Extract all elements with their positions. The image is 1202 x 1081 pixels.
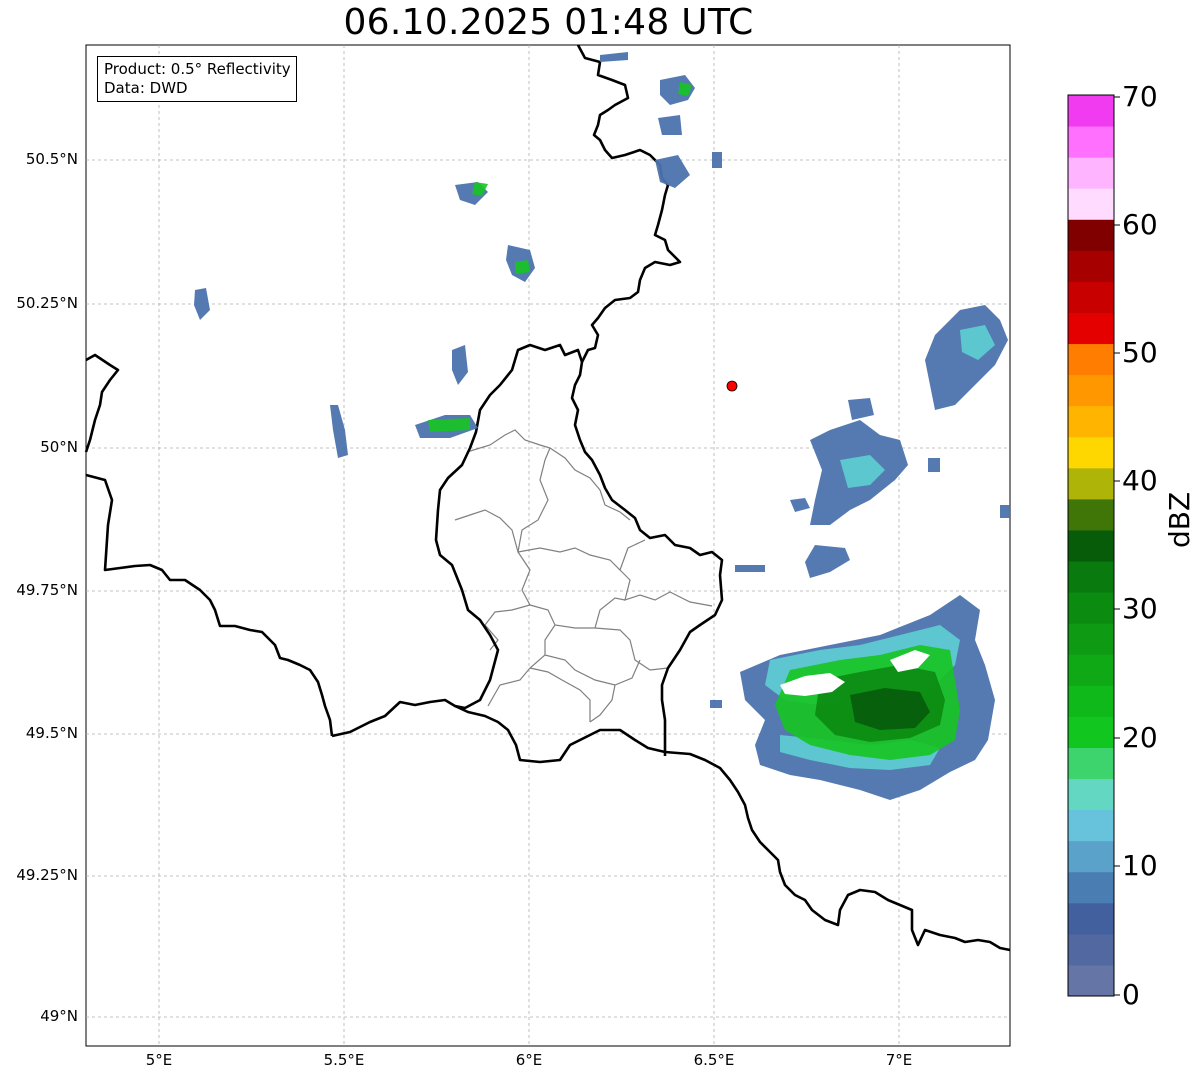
colorbar-segment (1068, 374, 1114, 407)
colorbar-segment (1068, 902, 1114, 935)
colorbar-segment (1068, 809, 1114, 842)
colorbar-tick-label: 20 (1122, 721, 1158, 754)
colorbar-segment (1068, 561, 1114, 593)
data-source-label: Data: DWD (104, 79, 188, 97)
colorbar-label: dBZ (1163, 491, 1196, 548)
colorbar-segment (1068, 95, 1114, 127)
colorbar-tick-label: 60 (1122, 208, 1158, 241)
colorbar-segment (1068, 219, 1114, 251)
colorbar-segment (1068, 778, 1114, 811)
colorbar-segment (1068, 933, 1114, 966)
colorbar-tick-label: 0 (1122, 978, 1140, 1011)
product-info-box: Product: 0.5° Reflectivity Data: DWD (97, 56, 297, 102)
colorbar-segment (1068, 840, 1114, 873)
lat-label: 50.25°N (16, 294, 78, 312)
colorbar-segment (1068, 126, 1114, 158)
colorbar-segment (1068, 467, 1114, 500)
lon-label: 6.5°E (693, 1051, 735, 1069)
colorbar-segment (1068, 343, 1114, 376)
radar-map (84, 44, 1120, 1047)
colorbar-segment (1068, 157, 1114, 189)
colorbar-segment (1068, 498, 1114, 531)
colorbar-segment (1068, 654, 1114, 686)
colorbar-segment (1068, 436, 1114, 469)
colorbar-segment (1068, 250, 1114, 282)
lon-label: 5°E (145, 1051, 173, 1069)
colorbar-segment (1068, 685, 1114, 717)
colorbar-segment (1068, 964, 1114, 997)
colorbar-segment (1068, 312, 1114, 345)
colorbar-segment (1068, 281, 1114, 313)
product-label: Product: 0.5° Reflectivity (104, 60, 291, 78)
lat-label: 50.5°N (25, 150, 78, 168)
lon-label: 5.5°E (323, 1051, 365, 1069)
colorbar-segment (1068, 592, 1114, 624)
colorbar-segment (1068, 871, 1114, 904)
colorbar-tick-label: 70 (1122, 80, 1158, 113)
colorbar-segment (1068, 747, 1114, 780)
lat-label: 49.25°N (16, 866, 78, 884)
lon-label: 6°E (515, 1051, 543, 1069)
colorbar-segment (1068, 405, 1114, 438)
colorbar-segment (1068, 188, 1114, 220)
colorbar-tick-label: 10 (1122, 849, 1158, 882)
map-title: 06.10.2025 01:48 UTC (343, 2, 754, 43)
radar-station-marker (726, 380, 738, 392)
lon-label: 7°E (885, 1051, 913, 1069)
colorbar-segment (1068, 529, 1114, 562)
colorbar-tick-label: 30 (1122, 592, 1158, 625)
lat-label: 49.5°N (25, 724, 78, 742)
lat-label: 49°N (40, 1007, 78, 1025)
colorbar (1068, 95, 1114, 997)
colorbar-tick-label: 40 (1122, 464, 1158, 497)
colorbar-segment (1068, 623, 1114, 655)
lat-label: 50°N (40, 438, 78, 456)
lat-label: 49.75°N (16, 581, 78, 599)
colorbar-segment (1068, 716, 1114, 748)
colorbar-tick-label: 50 (1122, 336, 1158, 369)
